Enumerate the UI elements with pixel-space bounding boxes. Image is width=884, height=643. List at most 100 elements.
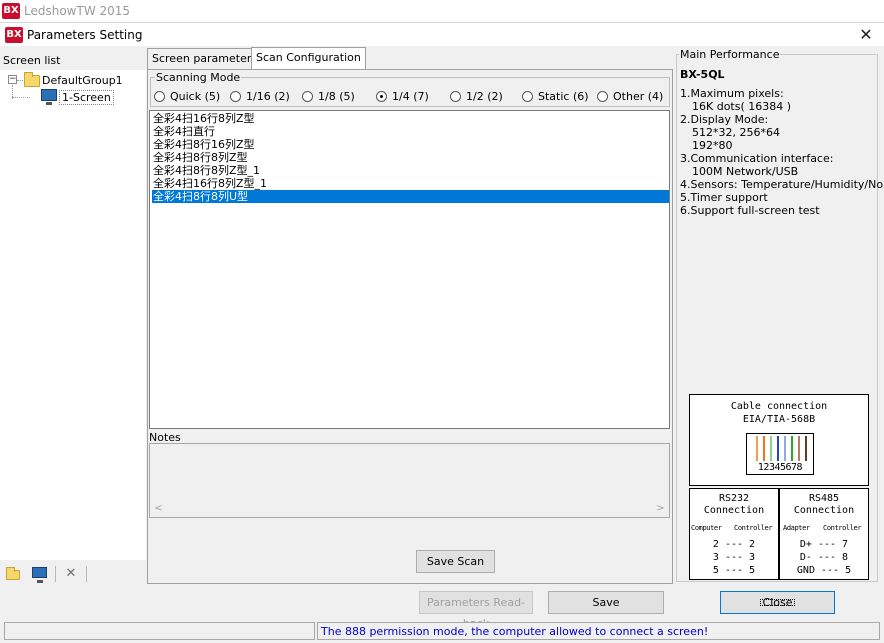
scan-list-item[interactable]: 全彩4扫8行8列Z型_1 [152, 164, 669, 177]
rs485-row: D- --- 8 [799, 552, 849, 563]
scan-mode-radio[interactable]: 1/16 (2) [230, 90, 290, 103]
screen-list-label: Screen list [3, 54, 61, 67]
rs232-connection-box: RS232 Connection Computer Controller 2 -… [689, 488, 779, 580]
scan-mode-radio[interactable]: Quick (5) [154, 90, 220, 103]
rs485-title: RS485 [808, 493, 840, 504]
scan-list-item[interactable]: 全彩4扫16行8列Z型 [152, 112, 669, 125]
scan-mode-label: Static (6) [538, 90, 589, 103]
cable-wire [784, 436, 786, 461]
scroll-left-icon[interactable]: < [150, 500, 167, 517]
close-button[interactable]: Close [720, 591, 835, 614]
dialog-title: Parameters Setting [27, 28, 143, 42]
add-group-button[interactable] [5, 566, 23, 582]
cable-standard: EIA/TIA-568B [742, 414, 816, 425]
scan-list-item[interactable]: 全彩4扫16行8列Z型_1 [152, 177, 669, 190]
screen-list-toolbar: ✕ [0, 562, 146, 586]
tree-item-1-screen[interactable]: 1-Screen [59, 90, 114, 105]
scan-mode-radio[interactable]: Other (4) [597, 90, 663, 103]
scan-mode-label: 1/2 (2) [466, 90, 503, 103]
app-logo-icon: BX [2, 3, 20, 19]
folder-icon [24, 72, 40, 87]
dialog-titlebar: BX Parameters Setting ✕ [0, 22, 884, 46]
close-button-label: Close [757, 596, 799, 609]
radio-indicator-icon[interactable] [597, 91, 608, 102]
cable-connection-title: Cable connection [730, 401, 828, 412]
rs232-col-controller: Controller [734, 524, 773, 532]
screen-tree[interactable]: − DefaultGroup1 1-Screen [0, 70, 146, 560]
app-title: LedshowTW 2015 [24, 4, 131, 18]
radio-indicator-icon[interactable] [450, 91, 461, 102]
rs485-col-adapter: Adapter [783, 524, 810, 532]
scan-list-item[interactable]: 全彩4扫直行 [152, 125, 669, 138]
radio-indicator-icon[interactable] [230, 91, 241, 102]
scan-mode-radio[interactable]: 1/8 (5) [302, 90, 355, 103]
performance-line: 6.Support full-screen test [680, 204, 820, 217]
toolbar-divider [55, 566, 56, 582]
folder-icon [6, 567, 20, 580]
scan-list[interactable]: 全彩4扫16行8列Z型 全彩4扫直行 全彩4扫8行16列Z型 全彩4扫8行8列Z型 全彩… [149, 110, 670, 429]
performance-line: 512*32, 256*64 [692, 126, 780, 139]
scroll-right-icon[interactable]: > [652, 500, 669, 517]
performance-line: 4.Sensors: Temperature/Humidity/Noise [680, 178, 884, 191]
tab-scan-configuration[interactable]: Scan Configuration [251, 47, 366, 69]
close-icon[interactable]: ✕ [856, 25, 876, 45]
cable-wire [756, 436, 758, 461]
cable-wire [805, 436, 807, 461]
rs232-row: 2 --- 2 [712, 539, 756, 550]
save-scan-button[interactable]: Save Scan [416, 550, 495, 573]
performance-line: 100M Network/USB [692, 165, 799, 178]
radio-indicator-icon[interactable] [154, 91, 165, 102]
scan-mode-label: 1/16 (2) [246, 90, 290, 103]
scan-mode-radio[interactable]: 1/2 (2) [450, 90, 503, 103]
rs232-row: 3 --- 3 [712, 552, 756, 563]
rs485-row: D+ --- 7 [799, 539, 849, 550]
cable-wire [791, 436, 793, 461]
rs485-connection-box: RS485 Connection Adapter Controller D+ -… [779, 488, 869, 580]
tree-expander[interactable]: − [8, 75, 17, 84]
cable-wire [763, 436, 765, 461]
performance-line: 1.Maximum pixels: [680, 87, 784, 100]
app-titlebar: BX LedshowTW 2015 [0, 0, 884, 22]
radio-indicator-icon[interactable] [376, 91, 387, 102]
scan-list-item[interactable]: 全彩4扫8行16列Z型 [152, 138, 669, 151]
scan-list-item[interactable]: 全彩4扫8行8列Z型 [152, 151, 669, 164]
scan-mode-label: Quick (5) [170, 90, 221, 103]
save-button[interactable]: Save [548, 591, 664, 614]
status-bar-left [4, 622, 315, 640]
radio-indicator-icon[interactable] [302, 91, 313, 102]
scan-mode-label: Other (4) [613, 90, 664, 103]
scan-mode-label: 1/8 (5) [318, 90, 355, 103]
tab-screen-parameters[interactable]: Screen parameters [147, 48, 263, 69]
rs232-col-computer: Computer [691, 524, 722, 532]
add-screen-button[interactable] [31, 566, 49, 583]
performance-line: 5.Timer support [680, 191, 768, 204]
rs232-title: RS232 [718, 493, 750, 504]
scan-mode-radio[interactable]: 1/4 (7) [376, 90, 429, 103]
performance-line: 16K dots( 16384 ) [692, 100, 792, 113]
scanning-mode-legend: Scanning Mode [155, 71, 242, 84]
status-message: The 888 permission mode, the computer al… [317, 622, 880, 640]
toolbar-divider [86, 566, 87, 582]
tree-item-defaultgroup1[interactable]: DefaultGroup1 [42, 74, 123, 87]
parameters-read-back-button[interactable]: Parameters Read-back [419, 591, 533, 630]
delete-icon[interactable]: ✕ [62, 566, 80, 582]
cable-pin-numbers: 12345678 [757, 462, 803, 473]
notes-horizontal-scrollbar[interactable]: < > [150, 500, 669, 517]
main-performance-legend: Main Performance [679, 48, 781, 61]
radio-indicator-icon[interactable] [522, 91, 533, 102]
cable-wire [770, 436, 772, 461]
rs485-subtitle: Connection [793, 505, 855, 516]
rs485-col-controller: Controller [823, 524, 862, 532]
scan-mode-label: 1/4 (7) [392, 90, 429, 103]
cable-connection-box: Cable connection EIA/TIA-568B 12345678 [689, 394, 869, 486]
cable-wire [798, 436, 800, 461]
performance-line: 192*80 [692, 139, 733, 152]
dialog-logo-icon: BX [5, 27, 23, 43]
performance-line: 2.Display Mode: [680, 113, 769, 126]
scan-list-item[interactable]: 全彩4扫8行8列U型 [152, 190, 669, 203]
monitor-icon [32, 567, 47, 583]
performance-line: 3.Communication interface: [680, 152, 834, 165]
scan-mode-radio[interactable]: Static (6) [522, 90, 589, 103]
rs232-row: 5 --- 5 [712, 565, 756, 576]
controller-model: BX-5QL [680, 68, 725, 81]
